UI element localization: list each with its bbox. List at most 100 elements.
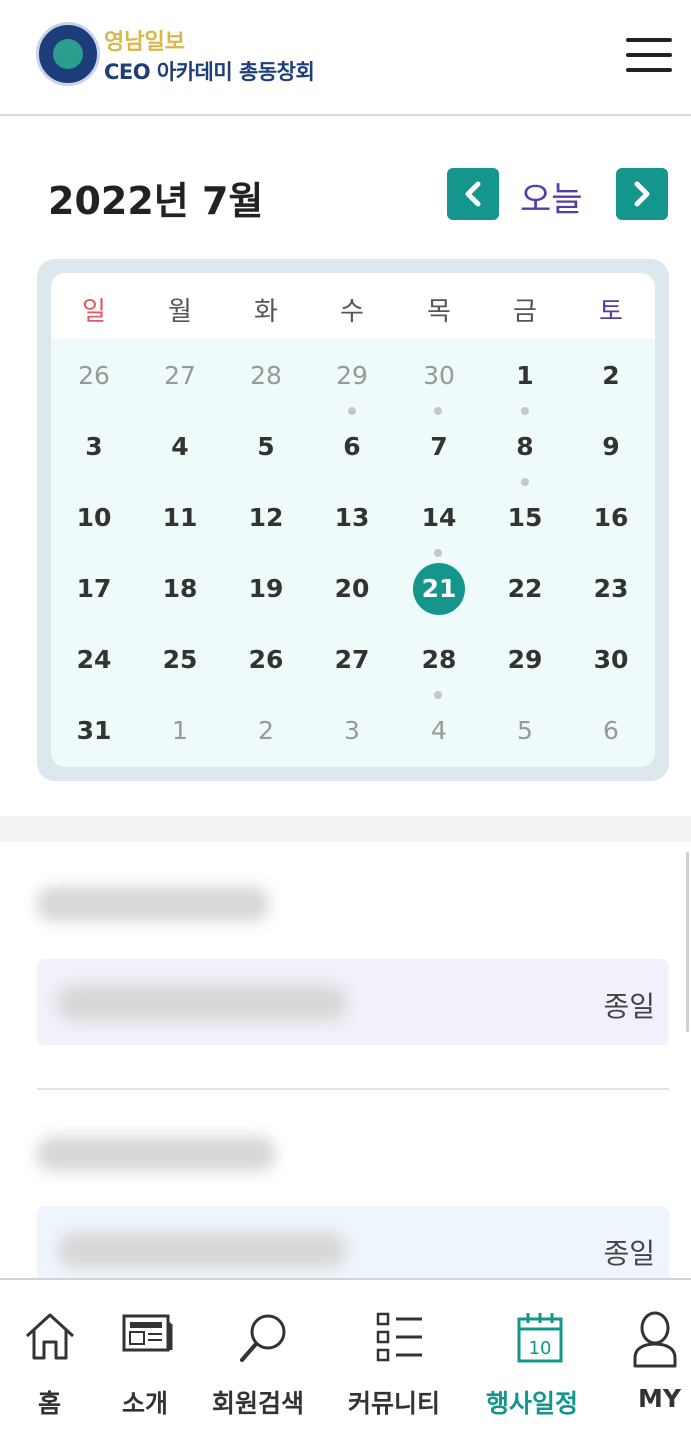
nav-home-label: 홈 bbox=[38, 1389, 62, 1418]
calendar-day[interactable]: 1 bbox=[137, 705, 223, 757]
event-dot bbox=[434, 407, 442, 415]
calendar-day[interactable]: 20 bbox=[309, 563, 395, 615]
hamburger-menu-icon[interactable] bbox=[626, 38, 672, 72]
calendar-day[interactable]: 6 bbox=[309, 421, 395, 473]
nav-member-search[interactable]: 회원검색 bbox=[200, 1280, 330, 1440]
calendar-day-selected[interactable]: 21 bbox=[396, 563, 482, 615]
user-icon bbox=[633, 1311, 677, 1368]
event-dot bbox=[348, 407, 356, 415]
calendar-day[interactable]: 11 bbox=[137, 492, 223, 544]
calendar-day[interactable]: 10 bbox=[51, 492, 137, 544]
weekday-mon: 월 bbox=[168, 297, 192, 327]
list-separator bbox=[37, 1088, 669, 1090]
calendar-day[interactable]: 16 bbox=[568, 492, 654, 544]
calendar-day[interactable]: 5 bbox=[223, 421, 309, 473]
event-title-redacted bbox=[57, 985, 347, 1021]
weekday-wed: 수 bbox=[340, 297, 364, 327]
calendar-day[interactable]: 6 bbox=[568, 705, 654, 757]
search-icon bbox=[240, 1314, 286, 1362]
weekday-tue: 화 bbox=[254, 297, 278, 327]
calendar-day[interactable]: 15 bbox=[482, 492, 568, 544]
calendar-day[interactable]: 30 bbox=[568, 634, 654, 686]
calendar-day[interactable]: 28 bbox=[396, 634, 482, 686]
calendar-day[interactable]: 27 bbox=[137, 350, 223, 402]
calendar-day[interactable]: 19 bbox=[223, 563, 309, 615]
calendar-day[interactable]: 3 bbox=[309, 705, 395, 757]
event-date-redacted bbox=[36, 886, 270, 922]
calendar-day[interactable]: 31 bbox=[51, 705, 137, 757]
section-divider bbox=[0, 816, 691, 842]
calendar-day[interactable]: 29 bbox=[482, 634, 568, 686]
chevron-left-icon bbox=[465, 181, 481, 207]
nav-my-label: MY bbox=[638, 1384, 681, 1413]
calendar-day[interactable]: 2 bbox=[223, 705, 309, 757]
calendar-day[interactable]: 2 bbox=[568, 350, 654, 402]
today-button[interactable]: 오늘 bbox=[520, 172, 583, 221]
weekday-fri: 금 bbox=[513, 297, 537, 327]
calendar-icon: 10 bbox=[517, 1313, 563, 1363]
calendar-day[interactable]: 22 bbox=[482, 563, 568, 615]
calendar-day[interactable]: 17 bbox=[51, 563, 137, 615]
nav-intro[interactable]: 소개 bbox=[100, 1280, 200, 1440]
calendar-day[interactable]: 4 bbox=[396, 705, 482, 757]
calendar-day[interactable]: 12 bbox=[223, 492, 309, 544]
calendar-day[interactable]: 26 bbox=[51, 350, 137, 402]
list-icon bbox=[376, 1312, 422, 1362]
calendar-day[interactable]: 18 bbox=[137, 563, 223, 615]
calendar: 일 월 화 수 목 금 토 26 27 28 29 30 1 2 3 4 5 6 bbox=[37, 259, 669, 781]
nav-intro-label: 소개 bbox=[122, 1389, 169, 1418]
event-dot bbox=[521, 407, 529, 415]
weekday-thu: 목 bbox=[427, 297, 451, 327]
calendar-day[interactable]: 28 bbox=[223, 350, 309, 402]
event-dot bbox=[434, 549, 442, 557]
calendar-day[interactable]: 8 bbox=[482, 421, 568, 473]
scrollbar[interactable] bbox=[686, 852, 689, 1032]
nav-event-schedule-label: 행사일정 bbox=[486, 1389, 579, 1418]
event-card[interactable]: 종일 bbox=[37, 959, 669, 1045]
calendar-day[interactable]: 25 bbox=[137, 634, 223, 686]
home-icon bbox=[25, 1313, 75, 1360]
next-month-button[interactable] bbox=[616, 168, 668, 220]
selected-day-label: 21 bbox=[413, 563, 465, 615]
bottom-nav: 홈 소개 회원검색 커뮤니티 10 행사일정 MY bbox=[0, 1278, 691, 1440]
event-title-redacted bbox=[57, 1232, 347, 1268]
calendar-grid: 일 월 화 수 목 금 토 26 27 28 29 30 1 2 3 4 5 6 bbox=[51, 273, 655, 767]
svg-text:10: 10 bbox=[529, 1338, 552, 1359]
calendar-day[interactable]: 4 bbox=[137, 421, 223, 473]
nav-member-search-label: 회원검색 bbox=[212, 1389, 305, 1418]
calendar-day[interactable]: 27 bbox=[309, 634, 395, 686]
calendar-day[interactable]: 1 bbox=[482, 350, 568, 402]
nav-community[interactable]: 커뮤니티 bbox=[340, 1280, 470, 1440]
chevron-right-icon bbox=[634, 181, 650, 207]
calendar-day[interactable]: 24 bbox=[51, 634, 137, 686]
weekday-sat: 토 bbox=[599, 297, 623, 327]
newspaper-icon bbox=[122, 1314, 173, 1352]
calendar-day[interactable]: 23 bbox=[568, 563, 654, 615]
calendar-day[interactable]: 29 bbox=[309, 350, 395, 402]
event-time-label: 종일 bbox=[603, 990, 655, 1023]
calendar-day[interactable]: 26 bbox=[223, 634, 309, 686]
calendar-day[interactable]: 14 bbox=[396, 492, 482, 544]
nav-my[interactable]: MY bbox=[610, 1280, 691, 1440]
nav-community-label: 커뮤니티 bbox=[348, 1389, 441, 1418]
calendar-day[interactable]: 5 bbox=[482, 705, 568, 757]
calendar-day[interactable]: 30 bbox=[396, 350, 482, 402]
prev-month-button[interactable] bbox=[447, 168, 499, 220]
calendar-day[interactable]: 3 bbox=[51, 421, 137, 473]
logo-text-top[interactable]: 영남일보 bbox=[104, 24, 185, 56]
logo-text-bottom[interactable]: CEO 아카데미 총동창회 bbox=[104, 56, 315, 86]
nav-home[interactable]: 홈 bbox=[0, 1280, 100, 1440]
calendar-day[interactable]: 13 bbox=[309, 492, 395, 544]
calendar-day[interactable]: 7 bbox=[396, 421, 482, 473]
logo-emblem[interactable] bbox=[36, 22, 100, 86]
calendar-day[interactable]: 9 bbox=[568, 421, 654, 473]
event-date-redacted bbox=[36, 1136, 276, 1172]
app-header: 영남일보 CEO 아카데미 총동창회 bbox=[0, 0, 691, 116]
event-time-label: 종일 bbox=[603, 1237, 655, 1270]
weekday-sun: 일 bbox=[82, 297, 106, 327]
event-dot bbox=[521, 478, 529, 486]
calendar-month-title: 2022년 7월 bbox=[48, 179, 264, 223]
nav-event-schedule[interactable]: 10 행사일정 bbox=[480, 1280, 600, 1440]
weekday-header: 일 월 화 수 목 금 토 bbox=[51, 273, 655, 339]
event-dot bbox=[434, 691, 442, 699]
